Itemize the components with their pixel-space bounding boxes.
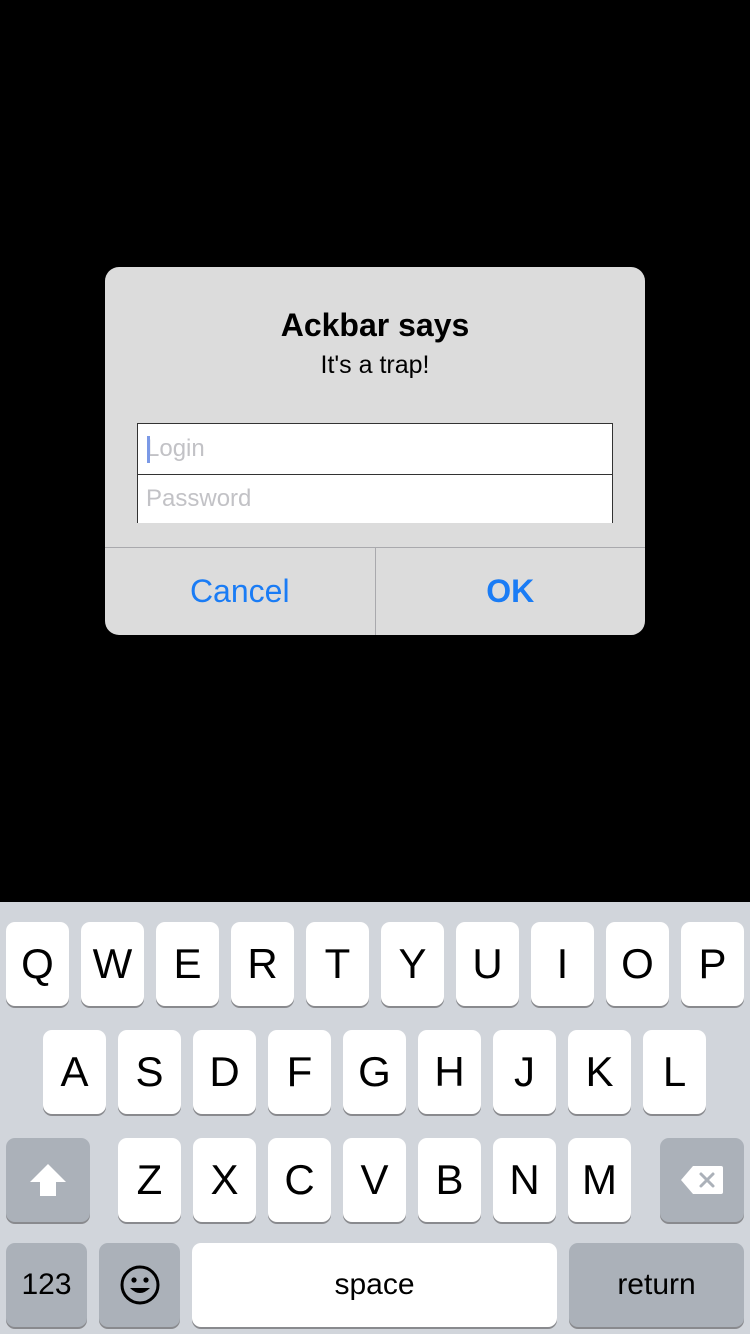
key-u[interactable]: U bbox=[456, 922, 519, 1006]
alert-message: It's a trap! bbox=[320, 351, 430, 379]
numbers-key[interactable]: 123 bbox=[6, 1243, 87, 1327]
key-d[interactable]: D bbox=[193, 1030, 256, 1114]
key-q[interactable]: Q bbox=[6, 922, 69, 1006]
key-v[interactable]: V bbox=[343, 1138, 406, 1222]
ok-button[interactable]: OK bbox=[374, 548, 646, 635]
login-alert-dialog: Ackbar says It's a trap! Cancel OK bbox=[105, 267, 645, 635]
emoji-key[interactable] bbox=[99, 1243, 180, 1327]
key-t[interactable]: T bbox=[306, 922, 369, 1006]
emoji-icon bbox=[120, 1265, 159, 1305]
credentials-fields bbox=[137, 423, 613, 523]
key-y[interactable]: Y bbox=[381, 922, 444, 1006]
key-r[interactable]: R bbox=[231, 922, 294, 1006]
key-w[interactable]: W bbox=[81, 922, 144, 1006]
key-x[interactable]: X bbox=[193, 1138, 256, 1222]
return-key[interactable]: return bbox=[569, 1243, 744, 1327]
key-s[interactable]: S bbox=[118, 1030, 181, 1114]
key-o[interactable]: O bbox=[606, 922, 669, 1006]
key-z[interactable]: Z bbox=[118, 1138, 181, 1222]
key-f[interactable]: F bbox=[268, 1030, 331, 1114]
key-a[interactable]: A bbox=[43, 1030, 106, 1114]
on-screen-keyboard: Q W E R T Y U I O P A S D F G H J K L Z … bbox=[0, 902, 750, 1334]
shift-key[interactable] bbox=[6, 1138, 90, 1222]
delete-key[interactable] bbox=[660, 1138, 744, 1222]
key-i[interactable]: I bbox=[531, 922, 594, 1006]
key-k[interactable]: K bbox=[568, 1030, 631, 1114]
password-input[interactable] bbox=[138, 474, 612, 523]
key-g[interactable]: G bbox=[343, 1030, 406, 1114]
space-key[interactable]: space bbox=[192, 1243, 557, 1327]
key-m[interactable]: M bbox=[568, 1138, 631, 1222]
alert-buttons: Cancel OK bbox=[105, 547, 645, 635]
key-b[interactable]: B bbox=[418, 1138, 481, 1222]
cancel-button[interactable]: Cancel bbox=[105, 548, 375, 635]
key-e[interactable]: E bbox=[156, 922, 219, 1006]
key-j[interactable]: J bbox=[493, 1030, 556, 1114]
key-l[interactable]: L bbox=[643, 1030, 706, 1114]
key-n[interactable]: N bbox=[493, 1138, 556, 1222]
login-input[interactable] bbox=[138, 424, 612, 473]
key-c[interactable]: C bbox=[268, 1138, 331, 1222]
delete-icon bbox=[681, 1166, 723, 1194]
alert-title: Ackbar says bbox=[280, 307, 470, 343]
key-p[interactable]: P bbox=[681, 922, 744, 1006]
key-h[interactable]: H bbox=[418, 1030, 481, 1114]
shift-icon bbox=[30, 1164, 66, 1196]
